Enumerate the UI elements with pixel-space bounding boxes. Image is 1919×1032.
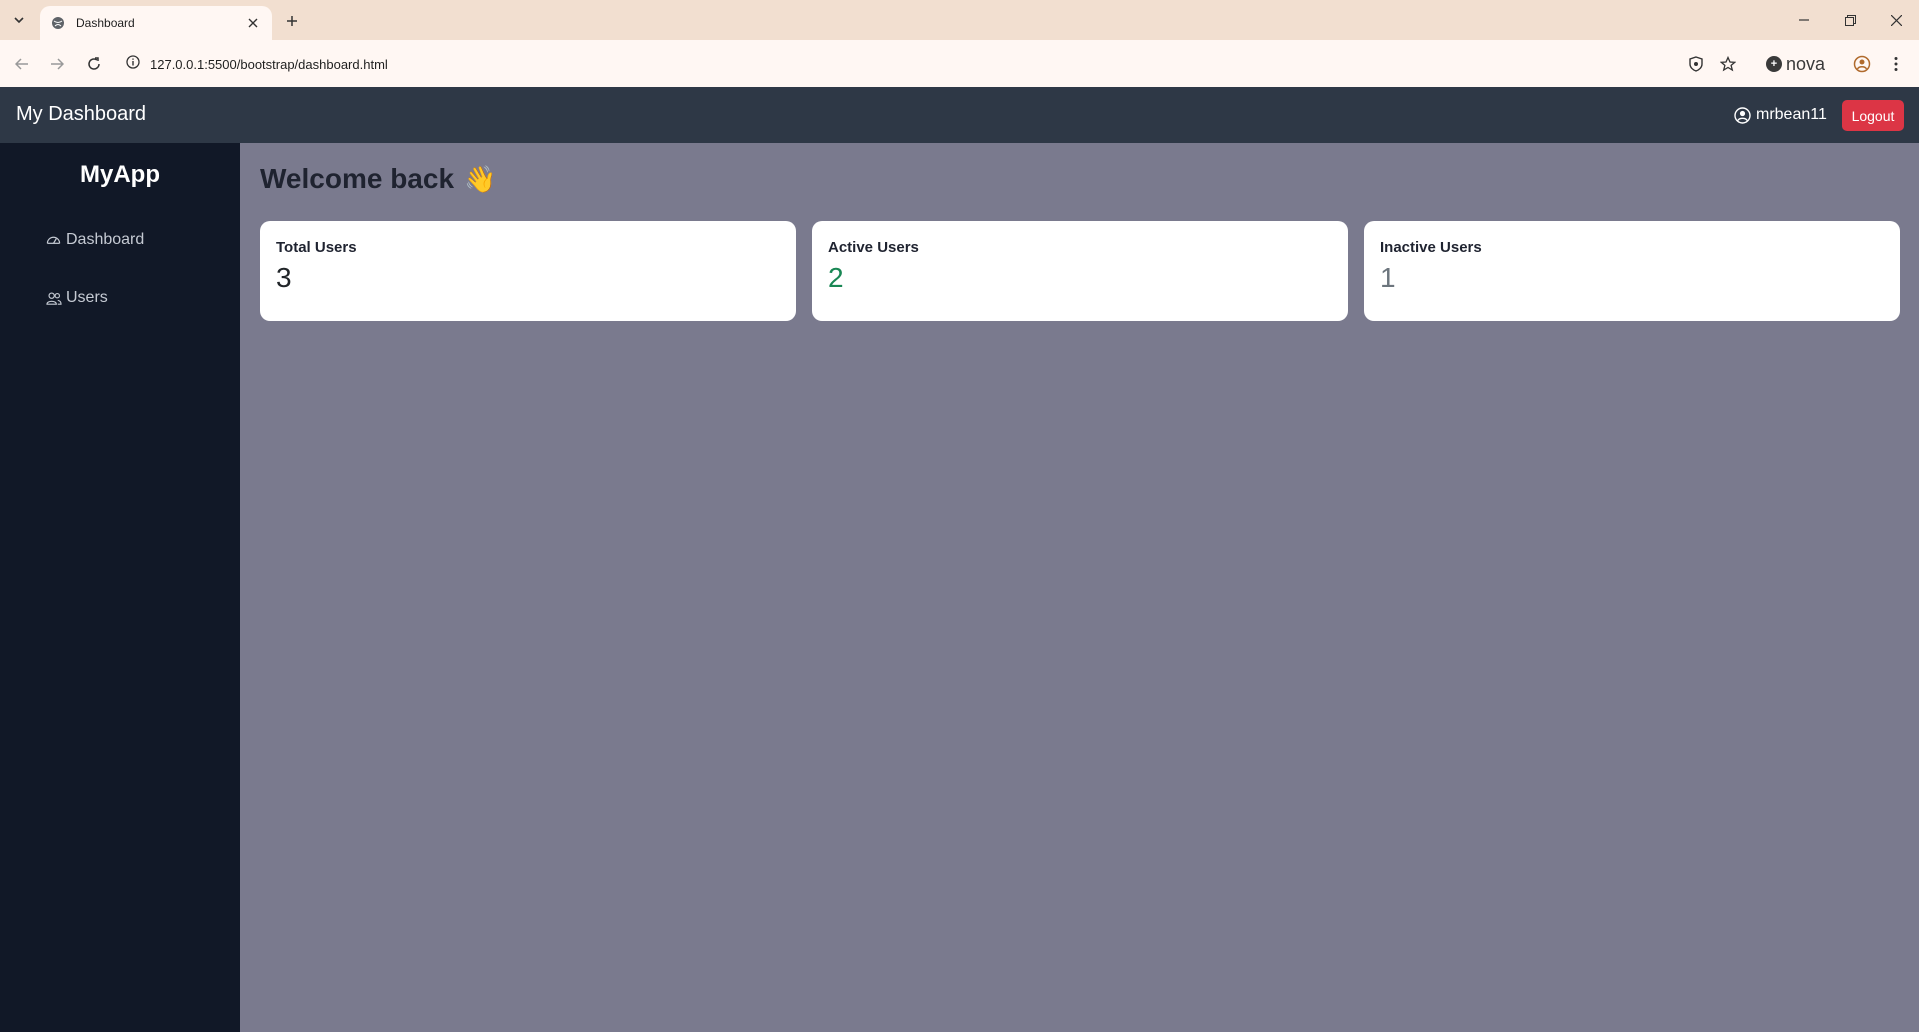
browser-toolbar: 127.0.0.1:5500/bootstrap/dashboard.html …: [0, 40, 1919, 87]
logout-button[interactable]: Logout: [1842, 100, 1904, 131]
reload-button[interactable]: [82, 52, 106, 76]
arrow-right-icon: [51, 58, 64, 70]
chevron-down-icon: [14, 17, 24, 24]
globe-icon: [50, 15, 66, 31]
bookmark-button[interactable]: [1716, 52, 1740, 76]
browser-tab[interactable]: Dashboard: [40, 6, 272, 40]
info-icon[interactable]: [126, 54, 140, 74]
back-button[interactable]: [10, 52, 34, 76]
page-title: Welcome back 👋: [260, 163, 496, 195]
card-label: Inactive Users: [1380, 239, 1482, 256]
kebab-menu-icon: [1894, 57, 1898, 71]
stat-card-inactive-users: Inactive Users 1: [1364, 221, 1900, 321]
sidebar-app-name: MyApp: [80, 161, 160, 188]
tab-close-icon[interactable]: [244, 14, 262, 32]
browser-tab-bar: Dashboard: [0, 0, 1919, 40]
close-icon: [1890, 14, 1902, 26]
app-header: My Dashboard mrbean11 Logout: [0, 87, 1919, 143]
reload-icon: [88, 57, 100, 70]
forward-button[interactable]: [45, 52, 69, 76]
person-circle-icon: [1734, 106, 1752, 124]
sidebar-item-label: Users: [66, 289, 108, 306]
account-circle-icon: [1853, 55, 1871, 73]
card-value: 2: [828, 262, 844, 293]
restore-icon: [1844, 14, 1856, 26]
sidebar: MyApp Dashboard Users: [0, 143, 240, 1032]
sidebar-item-users[interactable]: Users: [46, 289, 108, 307]
minimize-icon: [1799, 19, 1809, 21]
speedometer-icon: [46, 232, 62, 248]
card-label: Active Users: [828, 239, 919, 256]
nova-label: nova: [1786, 53, 1826, 74]
shield-extension-button[interactable]: [1684, 52, 1708, 76]
welcome-text: Welcome back: [260, 163, 455, 194]
card-label: Total Users: [276, 239, 357, 256]
minimize-button[interactable]: [1781, 0, 1827, 40]
stat-card-total-users: Total Users 3: [260, 221, 796, 321]
shield-icon: [1689, 56, 1703, 72]
nova-logo-icon: +: [1766, 56, 1782, 72]
address-bar[interactable]: 127.0.0.1:5500/bootstrap/dashboard.html: [126, 48, 1666, 80]
tab-list-button[interactable]: [8, 9, 30, 31]
arrow-left-icon: [15, 58, 28, 70]
window-close-button[interactable]: [1873, 0, 1919, 40]
browser-menu-button[interactable]: [1884, 52, 1908, 76]
sidebar-item-dashboard[interactable]: Dashboard: [46, 231, 144, 249]
star-icon: [1720, 56, 1736, 72]
user-info: mrbean11: [1734, 106, 1827, 124]
profile-button[interactable]: [1850, 52, 1874, 76]
card-value: 1: [1380, 262, 1396, 293]
new-tab-button[interactable]: [280, 9, 304, 33]
tab-title: Dashboard: [76, 16, 135, 30]
url-text: 127.0.0.1:5500/bootstrap/dashboard.html: [150, 56, 388, 72]
card-value: 3: [276, 262, 292, 293]
username: mrbean11: [1756, 106, 1827, 123]
stat-card-active-users: Active Users 2: [812, 221, 1348, 321]
brand-title[interactable]: My Dashboard: [16, 103, 146, 126]
sidebar-item-label: Dashboard: [66, 231, 145, 248]
plus-icon: [287, 16, 297, 26]
restore-button[interactable]: [1827, 0, 1873, 40]
wave-emoji-icon: 👋: [464, 163, 497, 194]
nova-profile-chip[interactable]: + nova: [1766, 52, 1825, 76]
users-icon: [46, 290, 62, 306]
